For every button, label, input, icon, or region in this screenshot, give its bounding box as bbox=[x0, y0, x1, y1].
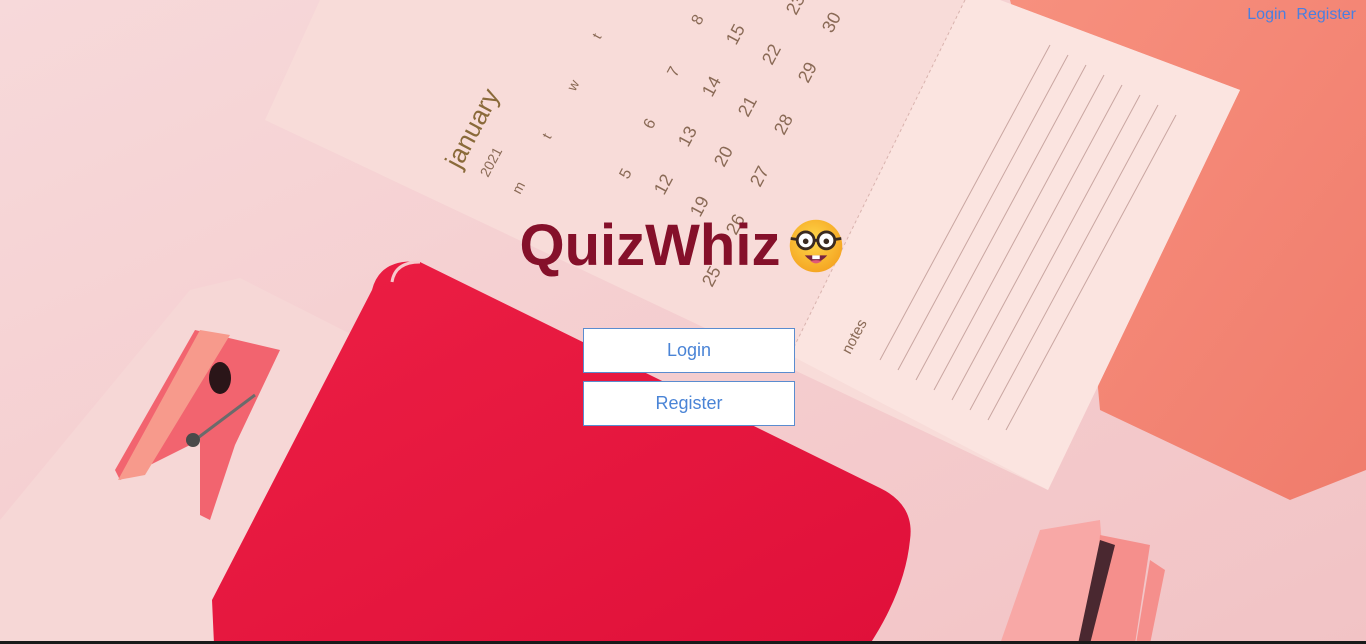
login-button[interactable]: Login bbox=[583, 328, 795, 373]
nerd-face-icon bbox=[790, 219, 843, 272]
app-title: QuizWhiz bbox=[519, 213, 781, 278]
nav-login-link[interactable]: Login bbox=[1247, 6, 1286, 24]
top-nav: Login Register bbox=[1247, 6, 1356, 24]
background-image: january 2021 m t w t 5 6 7 8 12 13 14 15… bbox=[0, 0, 1366, 644]
nav-register-link[interactable]: Register bbox=[1296, 6, 1356, 24]
register-button[interactable]: Register bbox=[583, 381, 795, 426]
brand-header: QuizWhiz bbox=[0, 212, 1366, 279]
